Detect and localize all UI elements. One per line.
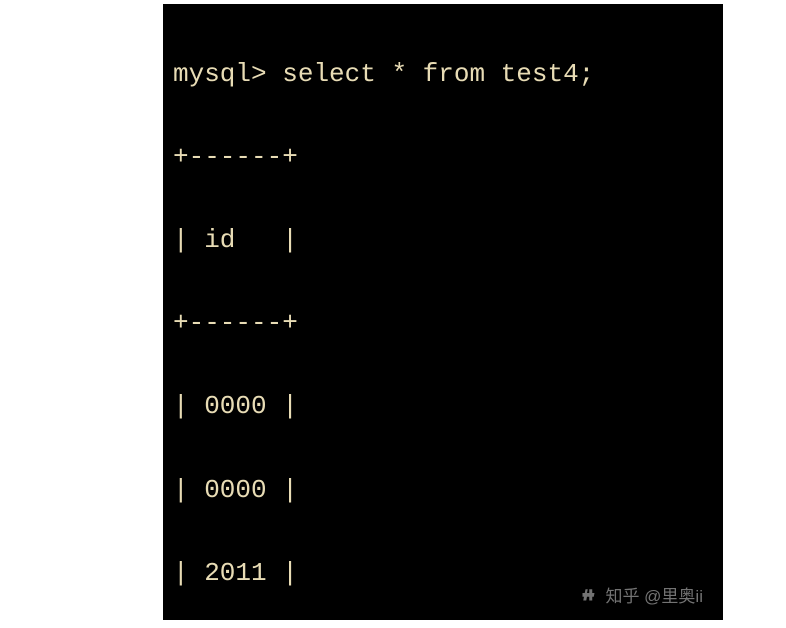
watermark: 知乎 @里奥ii: [581, 583, 703, 610]
table-row: | 0000 |: [173, 386, 713, 428]
table-header-row: | id |: [173, 220, 713, 262]
table-border-mid: +------+: [173, 303, 713, 345]
command-line: mysql> select * from test4;: [173, 54, 713, 96]
watermark-text: 知乎 @里奥ii: [605, 583, 703, 610]
mysql-prompt: mysql>: [173, 59, 267, 89]
table-border-top: +------+: [173, 137, 713, 179]
mysql-terminal[interactable]: mysql> select * from test4; +------+ | i…: [163, 4, 723, 620]
zhihu-icon: [581, 587, 599, 605]
sql-query: select * from test4;: [282, 59, 594, 89]
table-row: | 0000 |: [173, 470, 713, 512]
